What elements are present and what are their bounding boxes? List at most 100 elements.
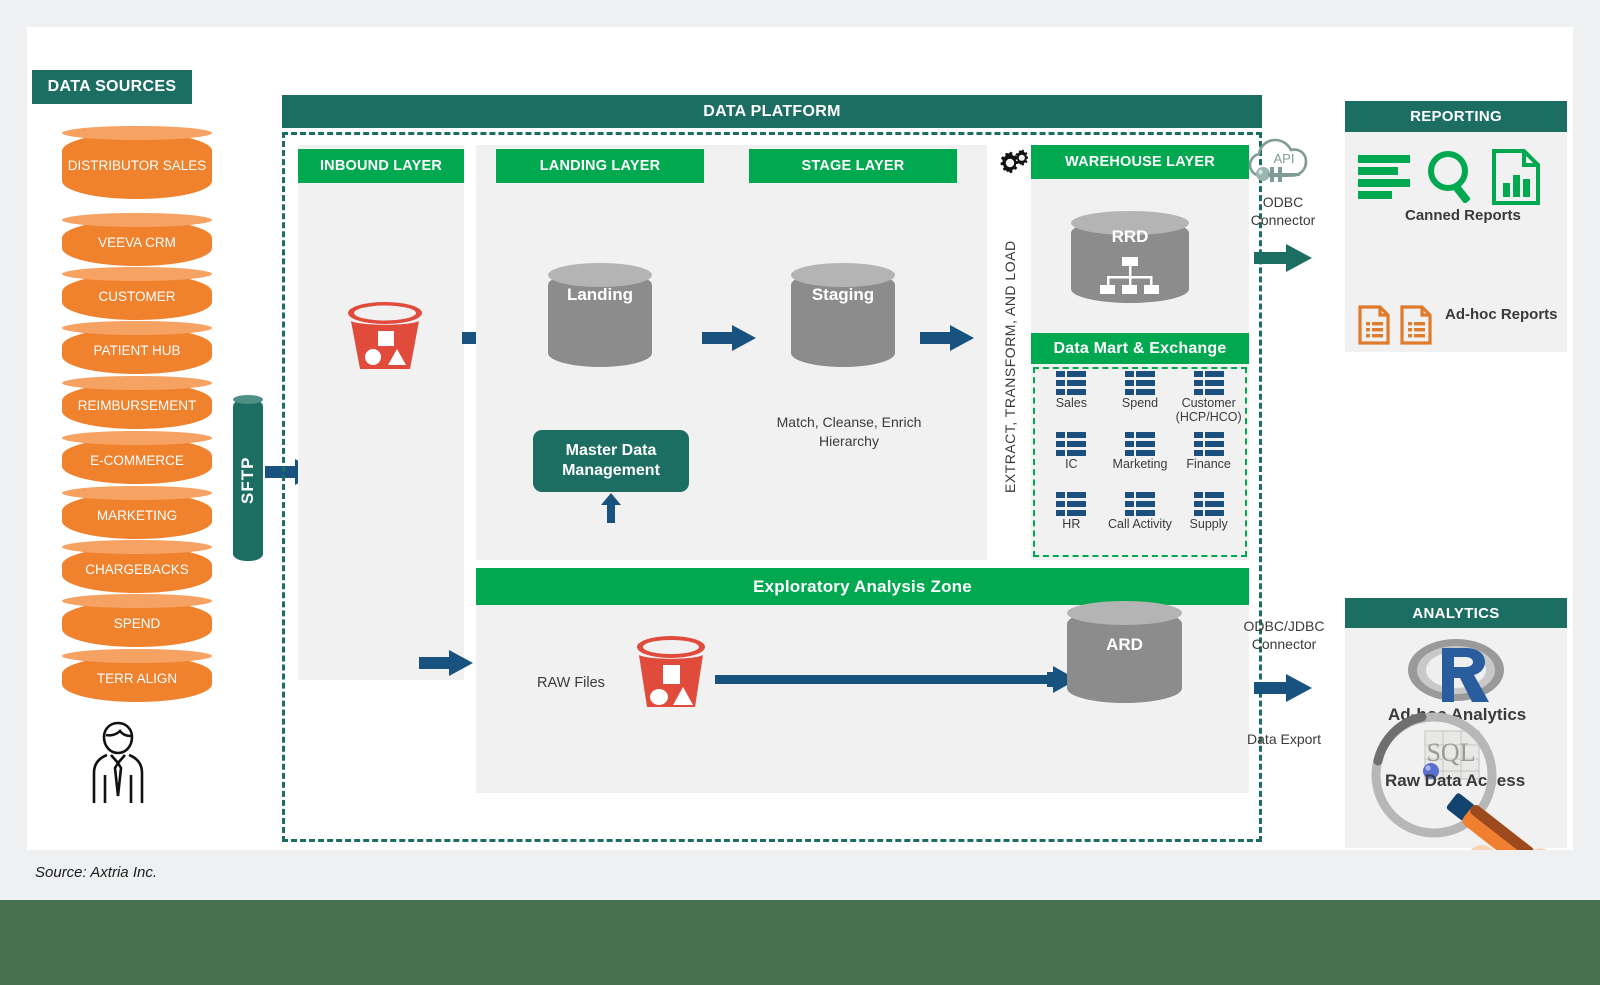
- data-platform-header: DATA PLATFORM: [282, 95, 1262, 128]
- data-source-cylinder[interactable]: PATIENT HUB: [62, 321, 212, 374]
- stage-note: Match, Cleanse, Enrich Hierarchy: [749, 413, 949, 451]
- odbc-line2: Connector: [1250, 212, 1316, 229]
- landing-cylinder-label: Landing: [566, 285, 634, 304]
- data-source-cylinder[interactable]: MARKETING: [62, 486, 212, 539]
- odbc-jdbc-connector-label: ODBC/JDBC Connector: [1231, 617, 1337, 653]
- arrow-inbound-to-eaz: [419, 648, 473, 678]
- stage-note-line2: Hierarchy: [819, 432, 879, 449]
- hierarchy-icon: [1100, 257, 1159, 294]
- inbound-layer-panel: [298, 145, 464, 680]
- data-mart-item[interactable]: Customer (HCP/HCO): [1174, 371, 1243, 432]
- data-source-label: MARKETING: [96, 508, 178, 524]
- data-source-cylinder[interactable]: E-COMMERCE: [62, 431, 212, 484]
- arrow-up-to-mdm: [601, 493, 621, 523]
- data-source-cylinder[interactable]: TERR ALIGN: [62, 649, 212, 702]
- eaz-flow-line: [715, 675, 1072, 684]
- data-mart-label: Call Activity: [1108, 517, 1172, 532]
- data-source-label: TERR ALIGN: [96, 671, 178, 687]
- magnifier-icon: [1428, 151, 1471, 203]
- data-source-cylinder[interactable]: DISTRIBUTOR SALES: [62, 126, 212, 199]
- canned-reports-label: Canned Reports: [1405, 207, 1521, 224]
- data-mart-item[interactable]: HR: [1037, 492, 1106, 553]
- grid-table-icon: [1193, 371, 1224, 395]
- odbc-connector-label: ODBC Connector: [1235, 193, 1331, 229]
- data-source-cylinder[interactable]: CHARGEBACKS: [62, 540, 212, 593]
- data-mart-label: Customer (HCP/HCO): [1175, 396, 1242, 424]
- arrow-to-reporting: [1254, 242, 1312, 274]
- sftp-pipe: SFTP: [233, 395, 263, 561]
- analytics-header: ANALYTICS: [1345, 598, 1567, 629]
- data-mart-grid: Sales Spend Customer (HCP/HCO) IC Market…: [1037, 371, 1243, 553]
- inbound-layer-header: INBOUND LAYER: [298, 149, 464, 183]
- data-source-label: REIMBURSEMENT: [77, 398, 197, 414]
- data-mart-item[interactable]: Finance: [1174, 431, 1243, 493]
- footer-bar: [0, 900, 1600, 985]
- landing-cylinder: Landing: [548, 263, 652, 367]
- document-list-icon: [1400, 305, 1432, 345]
- raw-data-access-label: Raw Data Access: [1385, 771, 1526, 790]
- data-mart-item[interactable]: Call Activity: [1106, 492, 1175, 553]
- data-mart-item[interactable]: Marketing: [1106, 431, 1175, 493]
- staging-cylinder: Staging: [791, 263, 895, 367]
- data-mart-item[interactable]: Supply: [1174, 492, 1243, 553]
- ard-cylinder: ARD: [1067, 601, 1182, 703]
- data-source-cylinder[interactable]: SPEND: [62, 594, 212, 647]
- rrd-cylinder: RRD: [1071, 211, 1189, 303]
- landing-layer-header: LANDING LAYER: [496, 149, 704, 183]
- odbc-line1: ODBC: [1262, 194, 1304, 210]
- arrow-stage-to-warehouse: [920, 323, 974, 353]
- source-bar: Source: Axtria Inc.: [27, 850, 1573, 900]
- data-mart-item[interactable]: IC: [1037, 431, 1106, 493]
- data-export-label: Data Export: [1247, 731, 1321, 747]
- rrd-cylinder-label: RRD: [1111, 227, 1149, 246]
- grid-table-icon: [1056, 492, 1087, 517]
- data-mart-label: IC: [1065, 456, 1078, 471]
- arrow-landing-to-stage: [702, 323, 756, 353]
- odbc-jdbc-line1: ODBC/JDBC: [1243, 618, 1325, 634]
- gears-icon: [996, 149, 1029, 179]
- staging-cylinder-label: Staging: [811, 285, 875, 304]
- data-source-cylinder[interactable]: CUSTOMER: [62, 267, 212, 320]
- grid-table-icon: [1056, 371, 1087, 395]
- master-data-management-box[interactable]: Master Data Management: [533, 430, 689, 492]
- business-person-icon: [87, 715, 149, 805]
- etl-label: EXTRACT, TRANSFORM, AND LOAD: [1002, 240, 1018, 494]
- grid-table-icon: [1124, 371, 1155, 395]
- stage-note-line1: Match, Cleanse, Enrich: [776, 414, 922, 430]
- list-lines-icon: [1358, 155, 1410, 199]
- data-mart-label: Supply: [1189, 517, 1228, 532]
- ard-cylinder-label: ARD: [1106, 635, 1143, 654]
- api-cloud-icon: API: [1244, 132, 1324, 197]
- document-list-icon: [1358, 305, 1390, 345]
- raw-files-label: RAW Files: [537, 675, 605, 691]
- stage-layer-header: STAGE LAYER: [749, 149, 957, 183]
- data-mart-label: Finance: [1186, 456, 1231, 471]
- grid-table-icon: [1193, 492, 1224, 517]
- data-source-label: VEEVA CRM: [98, 235, 176, 251]
- s3-bucket-icon: [345, 301, 425, 378]
- api-text: API: [1274, 151, 1295, 166]
- data-mart-label: Spend: [1121, 396, 1159, 410]
- warehouse-layer-header: WAREHOUSE LAYER: [1031, 145, 1249, 179]
- grid-table-icon: [1193, 431, 1224, 456]
- data-source-label: SPEND: [113, 616, 161, 632]
- data-source-label: CUSTOMER: [98, 289, 176, 305]
- data-source-cylinder[interactable]: VEEVA CRM: [62, 213, 212, 266]
- data-source-cylinder[interactable]: REIMBURSEMENT: [62, 376, 212, 429]
- data-mart-item[interactable]: Sales: [1037, 371, 1106, 432]
- s3-bucket-icon: [631, 635, 711, 718]
- odbc-jdbc-line2: Connector: [1251, 636, 1317, 653]
- mdm-label: Master Data Management: [562, 442, 660, 479]
- diagram-canvas: DATA SOURCES DISTRIBUTOR SALES VEEVA CRM…: [27, 27, 1573, 850]
- exploratory-analysis-zone-header: Exploratory Analysis Zone: [476, 568, 1249, 605]
- bar-chart-document-icon: [1492, 149, 1540, 205]
- arrow-to-analytics: [1254, 672, 1312, 704]
- data-source-label: CHARGEBACKS: [85, 562, 189, 578]
- data-mart-exchange-header: Data Mart & Exchange: [1031, 333, 1249, 364]
- sftp-label: SFTP: [238, 456, 257, 504]
- grid-table-icon: [1056, 431, 1087, 456]
- data-mart-label: HR: [1062, 517, 1081, 532]
- source-note: Source: Axtria Inc.: [35, 864, 157, 881]
- data-mart-item[interactable]: Spend: [1106, 371, 1175, 432]
- data-source-label: DISTRIBUTOR SALES: [67, 158, 207, 174]
